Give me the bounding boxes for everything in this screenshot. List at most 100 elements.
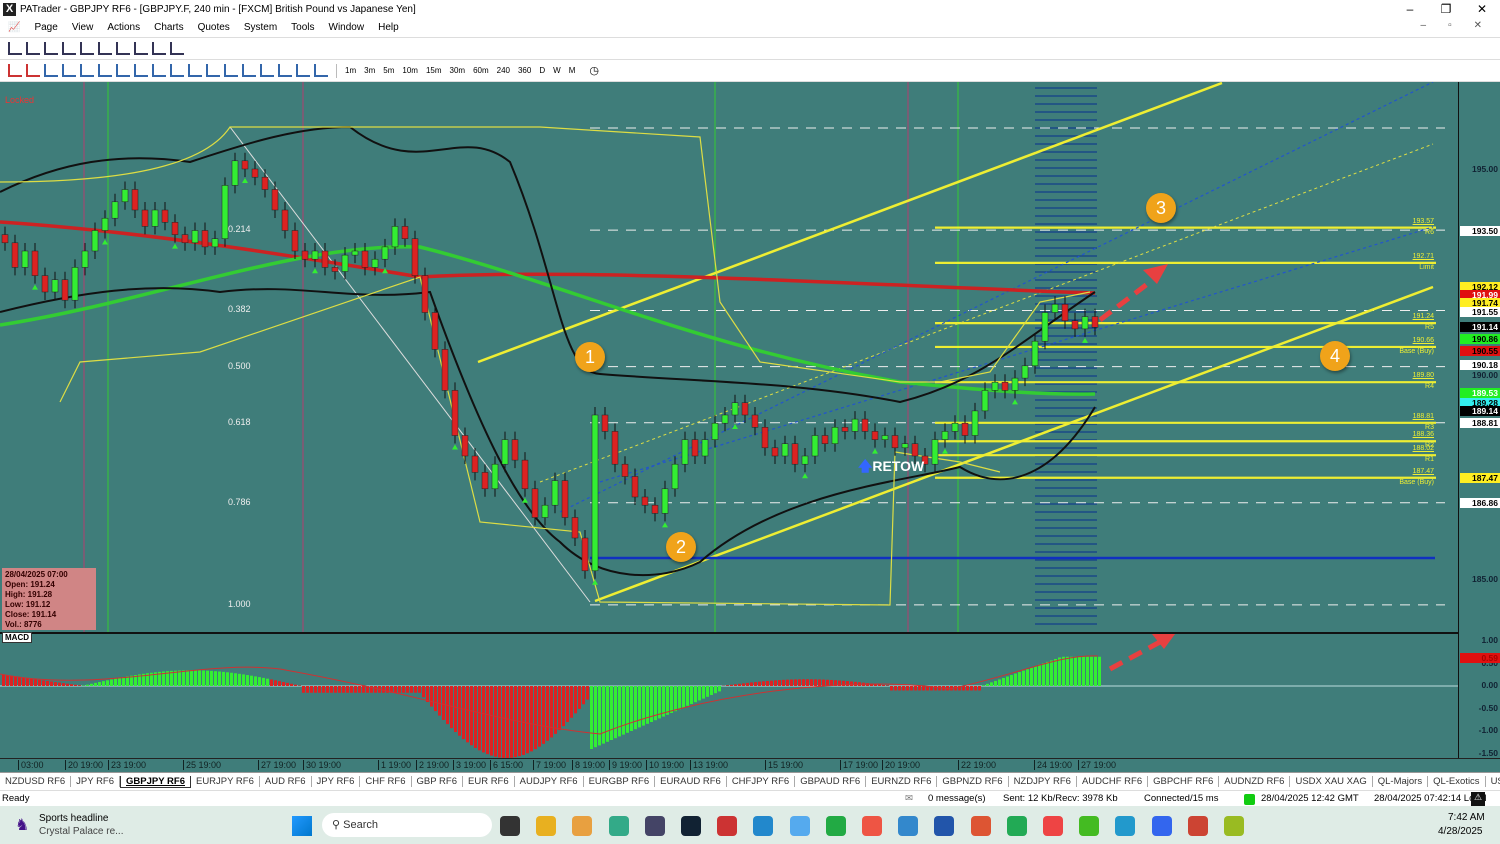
chart-tab[interactable]: JPY RF6 <box>312 776 361 787</box>
timeframe-M[interactable]: M <box>569 66 576 75</box>
chart-style-icon[interactable] <box>98 42 112 55</box>
taskbar-app-icon[interactable] <box>970 816 991 836</box>
drawing-tool-icon[interactable] <box>314 64 328 77</box>
timeframe-30m[interactable]: 30m <box>450 66 466 75</box>
drawing-tool-icon[interactable] <box>242 64 256 77</box>
drawing-tool-icon[interactable] <box>260 64 274 77</box>
drawing-tool-icon[interactable] <box>62 64 76 77</box>
news-widget-icon[interactable]: ♞ <box>15 815 29 835</box>
drawing-tool-icon[interactable] <box>134 64 148 77</box>
taskbar-app-icon[interactable] <box>753 816 774 836</box>
timeframe-60m[interactable]: 60m <box>473 66 489 75</box>
chart-tab[interactable]: GBPNZD RF6 <box>937 776 1009 787</box>
taskbar-app-icon[interactable] <box>608 816 629 836</box>
clock-icon[interactable]: ◷ <box>589 64 599 77</box>
drawing-tool-icon[interactable] <box>188 64 202 77</box>
menu-view[interactable]: View <box>72 22 94 33</box>
menu-page[interactable]: Page <box>34 22 57 33</box>
chart-tab[interactable]: USDX XAU XAG <box>1290 776 1373 787</box>
menu-window[interactable]: Window <box>329 22 365 33</box>
drawing-tool-icon[interactable] <box>296 64 310 77</box>
maximize-button[interactable]: ❐ <box>1428 0 1464 18</box>
drawing-tool-icon[interactable] <box>170 64 184 77</box>
taskbar-app-icon[interactable] <box>934 816 955 836</box>
chart-style-icon[interactable] <box>62 42 76 55</box>
drawing-tool-icon[interactable] <box>8 64 22 77</box>
taskbar-app-icon[interactable] <box>572 816 593 836</box>
chart-tab[interactable]: AUDJPY RF6 <box>515 776 584 787</box>
chart-tab[interactable]: AUDCHF RF6 <box>1077 776 1149 787</box>
chart-tab[interactable]: GBPJPY RF6 <box>120 775 191 788</box>
minimize-button[interactable]: – <box>1392 0 1428 18</box>
drawing-tool-icon[interactable] <box>44 64 58 77</box>
chart-tab[interactable]: QL-Majors <box>1373 776 1429 787</box>
taskbar-app-icon[interactable] <box>1043 816 1063 836</box>
taskbar-app-icon[interactable] <box>825 816 846 836</box>
timeframe-3m[interactable]: 3m <box>364 66 375 75</box>
chart-tab[interactable]: EURJPY RF6 <box>191 776 260 787</box>
chart-style-icon[interactable] <box>80 42 94 55</box>
chart-tab[interactable]: CHF RF6 <box>360 776 412 787</box>
price-axis[interactable]: 195.00 193.50 192.12 191.99 191.74 191.55 191.… <box>1458 82 1500 758</box>
menu-actions[interactable]: Actions <box>107 22 140 33</box>
drawing-tool-icon[interactable] <box>278 64 292 77</box>
menu-help[interactable]: Help <box>378 22 399 33</box>
drawing-tool-icon[interactable] <box>116 64 130 77</box>
taskbar-app-icon[interactable] <box>1151 816 1172 836</box>
chart-tab[interactable]: AUDNZD RF6 <box>1219 776 1291 787</box>
clock-date[interactable]: 4/28/2025 <box>1438 826 1483 837</box>
timeframe-5m[interactable]: 5m <box>383 66 394 75</box>
taskbar-app-icon[interactable] <box>500 816 520 836</box>
chart-style-icon[interactable] <box>44 42 58 55</box>
taskbar-app-icon[interactable] <box>898 816 919 836</box>
clock-time[interactable]: 7:42 AM <box>1448 812 1485 823</box>
price-chart[interactable]: Locked 28/04/2025 07:00 Open: 191.24 Hig… <box>0 82 1458 632</box>
chart-tab[interactable]: USDX RF <box>1486 776 1500 787</box>
timeframe-15m[interactable]: 15m <box>426 66 442 75</box>
chart-tab[interactable]: NZDUSD RF6 <box>0 776 72 787</box>
chart-tab[interactable]: QL-Exotics <box>1428 776 1486 787</box>
taskbar-app-icon[interactable] <box>862 816 882 836</box>
news-title[interactable]: Sports headline <box>39 813 109 824</box>
taskbar-app-icon[interactable] <box>717 816 738 836</box>
menu-charts[interactable]: Charts <box>154 22 183 33</box>
taskbar-app-icon[interactable] <box>1079 816 1100 836</box>
menu-quotes[interactable]: Quotes <box>198 22 230 33</box>
chart-tab[interactable]: AUD RF6 <box>260 776 312 787</box>
alert-icon[interactable]: ⚠ <box>1471 792 1485 806</box>
start-button[interactable] <box>292 816 312 836</box>
status-messages[interactable]: 0 message(s) <box>928 793 986 804</box>
taskbar-app-icon[interactable] <box>536 816 557 836</box>
timeframe-240[interactable]: 240 <box>497 66 510 75</box>
taskbar-search[interactable]: ⚲ Search <box>322 813 492 837</box>
drawing-tool-icon[interactable] <box>98 64 112 77</box>
chart-tab[interactable]: CHFJPY RF6 <box>727 776 796 787</box>
chart-tab[interactable]: JPY RF6 <box>71 776 121 787</box>
chart-tab[interactable]: NZDJPY RF6 <box>1009 776 1077 787</box>
timeframe-W[interactable]: W <box>553 66 561 75</box>
mdi-restore-button[interactable]: ▫ <box>1448 20 1452 31</box>
chart-tab[interactable]: EURGBP RF6 <box>584 776 656 787</box>
chart-style-icon[interactable] <box>170 42 184 55</box>
chart-style-icon[interactable] <box>134 42 148 55</box>
menu-system[interactable]: System <box>244 22 277 33</box>
taskbar-app-icon[interactable] <box>789 816 810 836</box>
taskbar-app-icon[interactable] <box>1187 816 1208 836</box>
menu-tools[interactable]: Tools <box>291 22 314 33</box>
macd-panel[interactable]: MACD <box>0 630 1458 758</box>
price-chart-canvas[interactable] <box>0 82 1458 632</box>
timeframe-D[interactable]: D <box>539 66 545 75</box>
close-button[interactable]: ✕ <box>1464 0 1500 18</box>
taskbar-app-icon[interactable] <box>681 816 701 836</box>
chart-tab[interactable]: EURAUD RF6 <box>655 776 727 787</box>
timeframe-360[interactable]: 360 <box>518 66 531 75</box>
chart-style-icon[interactable] <box>26 42 40 55</box>
drawing-tool-icon[interactable] <box>26 64 40 77</box>
drawing-tool-icon[interactable] <box>206 64 220 77</box>
chart-tab[interactable]: GBP RF6 <box>412 776 463 787</box>
taskbar-app-icon[interactable] <box>1006 816 1027 836</box>
time-axis[interactable]: 03:00 20 19:00 23 19:00 25 19:00 27 19:00 30 … <box>0 758 1500 772</box>
timeframe-1m[interactable]: 1m <box>345 66 356 75</box>
taskbar-app-icon[interactable] <box>1224 816 1244 836</box>
chart-style-icon[interactable] <box>8 42 22 55</box>
